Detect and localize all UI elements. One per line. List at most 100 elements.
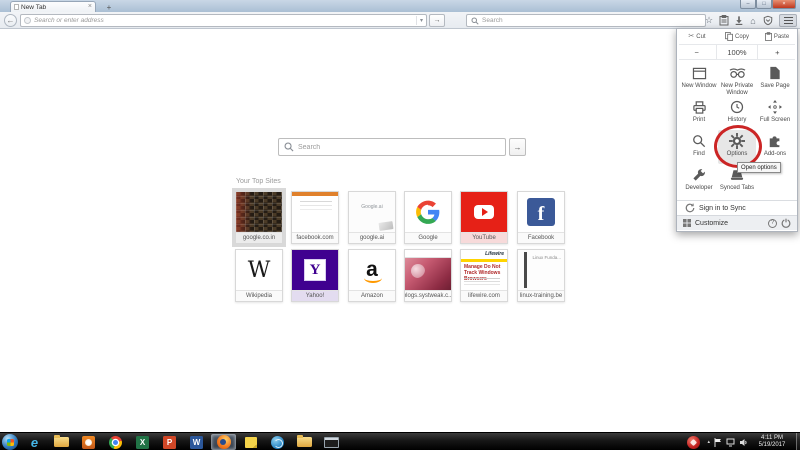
- url-bar[interactable]: ▾: [20, 14, 427, 27]
- maximize-button[interactable]: □: [756, 0, 772, 9]
- powerpoint-icon: P: [163, 435, 176, 449]
- hidden-icons-caret[interactable]: ▴: [707, 439, 710, 445]
- menu-footer: Customize ?: [677, 215, 797, 230]
- window-controls: – □ ×: [740, 0, 796, 9]
- menu-item-developer[interactable]: Developer: [680, 164, 718, 198]
- taskbar-clock[interactable]: 4:11 PM 5/19/2017: [752, 435, 792, 449]
- site-thumbnail: [405, 192, 451, 232]
- antivirus-icon[interactable]: [687, 435, 701, 449]
- menu-item-find[interactable]: Find: [680, 130, 718, 164]
- top-sites-heading: Your Top Sites: [236, 178, 281, 185]
- menu-item-history[interactable]: History: [718, 96, 756, 130]
- top-site-tile[interactable]: W Wikipedia: [235, 249, 283, 302]
- full-screen-icon: [768, 100, 782, 114]
- tab-close-icon[interactable]: ×: [88, 3, 92, 10]
- go-arrow-button[interactable]: →: [429, 14, 445, 27]
- top-site-tile[interactable]: f Facebook: [517, 191, 565, 244]
- zoom-in-button[interactable]: +: [756, 45, 797, 59]
- paste-button[interactable]: Paste: [757, 32, 797, 41]
- close-button[interactable]: ×: [772, 0, 796, 9]
- menu-item-save-page[interactable]: Save Page: [756, 62, 794, 96]
- taskbar-internet-explorer[interactable]: e: [22, 434, 47, 450]
- show-desktop-button[interactable]: [796, 433, 800, 450]
- top-site-tile[interactable]: blogs.systweak.c...: [404, 249, 452, 302]
- site-thumbnail: f: [518, 192, 564, 232]
- menu-item-add-ons[interactable]: Add-ons: [756, 130, 794, 164]
- action-center-flag-icon[interactable]: [714, 437, 722, 447]
- save-page-icon: [770, 66, 780, 80]
- home-icon[interactable]: ⌂: [746, 14, 760, 27]
- toolbar-search-input[interactable]: [482, 17, 701, 24]
- taskbar-folder[interactable]: [292, 434, 317, 450]
- sign-in-to-sync[interactable]: Sign in to Sync: [677, 200, 797, 215]
- url-input[interactable]: [34, 17, 413, 24]
- top-site-tile[interactable]: Google.ai google.ai: [348, 191, 396, 244]
- top-site-tile[interactable]: facebook.com: [291, 191, 339, 244]
- site-thumbnail: Y: [292, 250, 338, 290]
- bookmarks-icon[interactable]: [717, 14, 731, 27]
- taskbar-chrome[interactable]: [103, 434, 128, 450]
- top-site-tile[interactable]: a Amazon: [348, 249, 396, 302]
- menu-item-full-screen[interactable]: Full Screen: [756, 96, 794, 130]
- customize-button[interactable]: Customize: [695, 220, 728, 227]
- browser-tab[interactable]: New Tab ×: [10, 1, 96, 12]
- network-icon[interactable]: [726, 438, 735, 447]
- menu-grid: New Window New Private Window Save Page …: [677, 60, 797, 200]
- minimize-button[interactable]: –: [740, 0, 756, 9]
- shield-icon[interactable]: [761, 14, 775, 27]
- menu-item-new-private-window[interactable]: New Private Window: [718, 62, 756, 96]
- taskbar-media-player[interactable]: [76, 434, 101, 450]
- taskbar-windows-explorer[interactable]: [49, 434, 74, 450]
- printer-icon: [692, 101, 706, 114]
- google-logo-icon: [416, 200, 440, 224]
- gear-icon: [729, 133, 745, 149]
- tab-favicon-icon: [14, 4, 19, 10]
- top-site-tile[interactable]: Y Yahoo!: [291, 249, 339, 302]
- cut-button[interactable]: ✂ Cut: [677, 33, 717, 40]
- menu-icon[interactable]: [779, 14, 797, 27]
- taskbar-command-prompt[interactable]: [319, 434, 344, 450]
- taskbar-word[interactable]: W: [184, 434, 209, 450]
- zoom-out-button[interactable]: −: [677, 45, 716, 59]
- private-mask-icon: [729, 68, 745, 78]
- help-icon[interactable]: ?: [768, 218, 777, 228]
- firefox-menu-panel: ✂ Cut Copy Paste − 100% + New Window New…: [676, 28, 798, 232]
- top-site-tile[interactable]: Google: [404, 191, 452, 244]
- site-label: google.co.in: [236, 232, 282, 243]
- volume-icon[interactable]: [739, 438, 748, 447]
- site-thumbnail: Lifewire Manage Do Not Track Windows Bro…: [461, 250, 507, 290]
- top-site-tile[interactable]: Lifewire Manage Do Not Track Windows Bro…: [460, 249, 508, 302]
- downloads-icon[interactable]: [732, 14, 746, 27]
- zoom-level[interactable]: 100%: [716, 45, 756, 59]
- taskbar-firefox[interactable]: [211, 434, 236, 450]
- folder-icon: [54, 435, 69, 447]
- quit-power-icon[interactable]: [781, 218, 791, 228]
- find-icon: [693, 135, 706, 148]
- taskbar-yellow-app[interactable]: [238, 434, 263, 450]
- taskbar-powerpoint[interactable]: P: [157, 434, 182, 450]
- page-search-box[interactable]: [278, 138, 506, 156]
- back-button[interactable]: ←: [4, 14, 17, 27]
- site-label: Amazon: [349, 290, 395, 301]
- page-search-go-button[interactable]: →: [509, 138, 526, 156]
- taskbar-excel[interactable]: X: [130, 434, 155, 450]
- taskbar-blue-app[interactable]: [265, 434, 290, 450]
- top-site-tile[interactable]: google.co.in: [235, 191, 283, 244]
- new-tab-button[interactable]: +: [102, 2, 116, 12]
- top-site-tile[interactable]: Linux Funda... linux-training.be: [517, 249, 565, 302]
- menu-item-print[interactable]: Print: [680, 96, 718, 130]
- page-search-input[interactable]: [298, 143, 500, 151]
- top-site-tile[interactable]: YouTube: [460, 191, 508, 244]
- dropdown-chevron-icon[interactable]: ▾: [415, 16, 423, 25]
- toolbar-search-box[interactable]: [466, 14, 706, 27]
- window-titlebar[interactable]: New Tab × + – □ ×: [0, 0, 800, 12]
- start-button[interactable]: [2, 434, 18, 450]
- copy-button[interactable]: Copy: [717, 32, 757, 41]
- scissors-icon: ✂: [688, 33, 695, 40]
- menu-item-new-window[interactable]: New Window: [680, 62, 718, 96]
- yellow-app-icon: [244, 436, 257, 448]
- menu-item-options[interactable]: Options: [718, 130, 756, 164]
- excel-icon: X: [136, 435, 149, 449]
- site-label: google.ai: [349, 232, 395, 243]
- bookmark-star-icon[interactable]: ☆: [702, 14, 716, 27]
